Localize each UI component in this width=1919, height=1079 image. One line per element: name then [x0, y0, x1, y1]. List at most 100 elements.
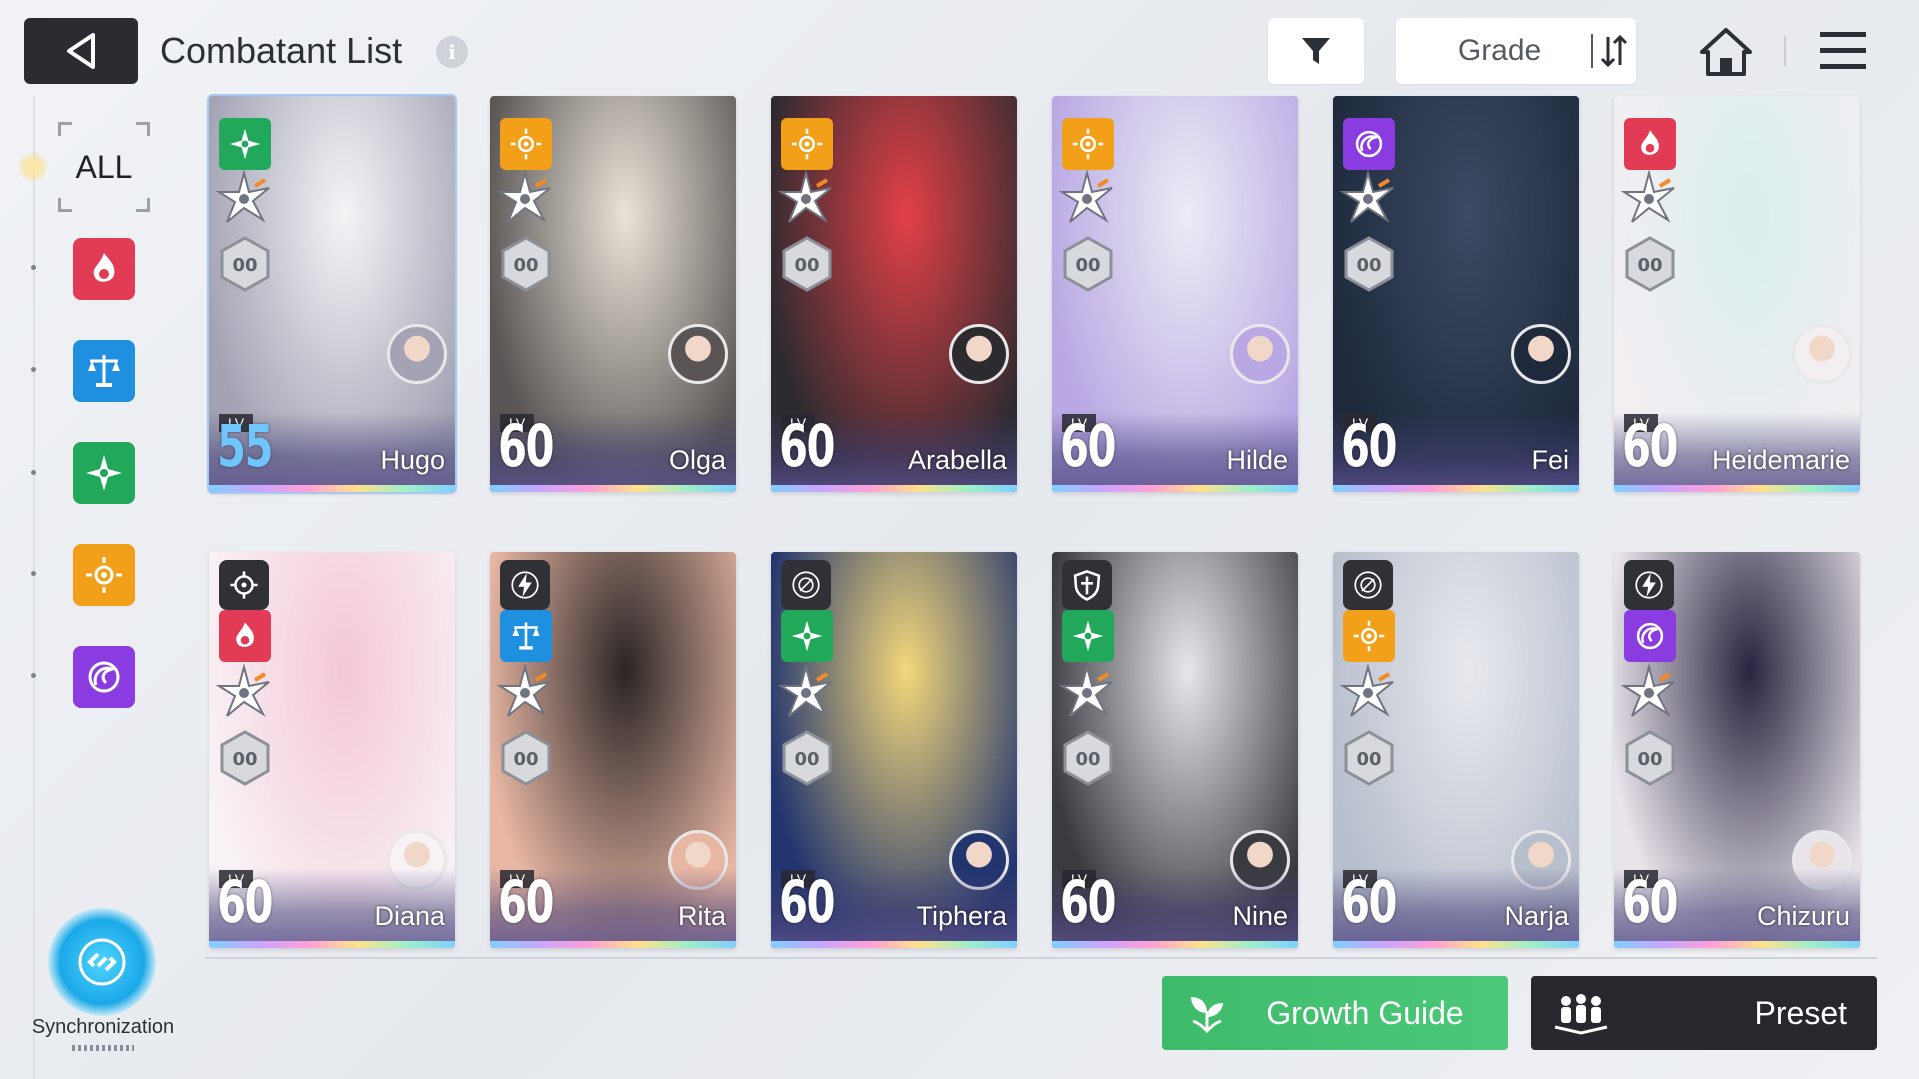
combatant-card[interactable]: 00 LV 60 Narja	[1333, 552, 1579, 948]
combatant-card[interactable]: 00 LV 60 Chizuru	[1614, 552, 1860, 948]
synchronization-label: Synchronization	[31, 1016, 175, 1038]
growth-guide-button[interactable]: Growth Guide	[1162, 976, 1508, 1050]
void-element-icon	[1343, 118, 1395, 170]
level-value: 60	[498, 412, 554, 480]
grade-value: 00	[232, 255, 257, 276]
grade-value: 00	[794, 749, 819, 770]
filter-void[interactable]	[73, 646, 135, 708]
rail-dot	[31, 571, 36, 576]
combatant-name: Arabella	[907, 445, 1007, 475]
combatant-name: Chizuru	[1756, 901, 1850, 931]
filter-icon	[1302, 38, 1330, 64]
partner-avatar	[1230, 324, 1290, 384]
level-value: 55	[217, 412, 273, 480]
shuriken-icon	[1058, 169, 1116, 228]
shuriken-icon	[496, 169, 554, 228]
void-element-icon	[88, 661, 120, 693]
partner-avatar	[949, 324, 1009, 384]
grade-value: 00	[232, 749, 257, 770]
sort-label: Grade	[1457, 34, 1542, 67]
sort-order-toggle[interactable]	[1593, 33, 1636, 69]
preset-button[interactable]: Preset	[1531, 976, 1877, 1050]
bolt-role-icon	[1624, 560, 1674, 610]
card-rarity-bar	[490, 485, 736, 492]
partner-avatar	[1792, 324, 1852, 384]
grade-value: 00	[1075, 749, 1100, 770]
light-element-icon	[1343, 610, 1395, 662]
fire-element-icon	[1624, 118, 1676, 170]
combatant-card[interactable]: 00 LV 55 Hugo	[207, 94, 457, 494]
wind-element-icon	[86, 455, 122, 491]
partner-avatar	[1511, 324, 1571, 384]
shuriken-icon	[215, 169, 273, 228]
home-icon[interactable]	[1698, 26, 1754, 83]
level-value: 60	[217, 868, 273, 936]
combatant-card[interactable]: 00 LV 60 Nine	[1052, 552, 1298, 948]
rail-dot	[31, 265, 36, 270]
grade-badge: 00	[1624, 730, 1676, 786]
grade-badge: 00	[781, 236, 833, 292]
filter-button[interactable]	[1268, 18, 1364, 84]
card-rarity-bar	[771, 941, 1017, 948]
level-value: 60	[1341, 412, 1397, 480]
grade-badge: 00	[219, 236, 271, 292]
combatant-card[interactable]: 00 LV 60 Rita	[490, 552, 736, 948]
shuriken-icon	[215, 663, 273, 722]
combatant-card[interactable]: 00 LV 60 Tiphera	[771, 552, 1017, 948]
grade-value: 00	[1637, 255, 1662, 276]
light-element-icon	[500, 118, 552, 170]
combatant-card[interactable]: 00 LV 60 Olga	[490, 96, 736, 492]
rail-dot	[31, 673, 36, 678]
grade-value: 00	[1637, 749, 1662, 770]
card-rarity-bar	[1614, 485, 1860, 492]
sync-progress-bar	[72, 1045, 134, 1051]
card-rarity-bar	[1052, 941, 1298, 948]
grade-badge: 00	[500, 730, 552, 786]
combatant-card[interactable]: 00 LV 60 Hilde	[1052, 96, 1298, 492]
sort-dropdown[interactable]: Grade	[1396, 18, 1636, 84]
grid-divider	[205, 957, 1877, 959]
filter-order[interactable]	[73, 340, 135, 402]
sync-icon	[78, 938, 126, 986]
filter-fire[interactable]	[73, 238, 135, 300]
filter-wind[interactable]	[73, 442, 135, 504]
info-icon[interactable]: i	[436, 36, 468, 68]
grade-value: 00	[513, 255, 538, 276]
team-icon	[1554, 994, 1608, 1035]
grade-value: 00	[1356, 255, 1381, 276]
synchronization-button[interactable]	[48, 908, 156, 1016]
grade-badge: 00	[781, 730, 833, 786]
combatant-name: Olga	[668, 445, 726, 475]
combatant-card[interactable]: 00 LV 60 Heidemarie	[1614, 96, 1860, 492]
preset-label: Preset	[1754, 994, 1847, 1031]
light-element-icon	[781, 118, 833, 170]
filter-all-label: ALL	[75, 148, 133, 185]
card-rarity-bar	[1333, 485, 1579, 492]
back-arrow-icon	[67, 33, 95, 69]
level-value: 60	[1622, 412, 1678, 480]
grade-value: 00	[1356, 749, 1381, 770]
card-rarity-bar	[490, 941, 736, 948]
combatant-name: Hilde	[1226, 445, 1288, 475]
combatant-card[interactable]: 00 LV 60 Fei	[1333, 96, 1579, 492]
shuriken-icon	[496, 663, 554, 722]
filter-all[interactable]: ALL	[58, 122, 150, 212]
grade-badge: 00	[1343, 236, 1395, 292]
combatant-card[interactable]: 00 LV 60 Arabella	[771, 96, 1017, 492]
back-button[interactable]	[24, 18, 138, 84]
card-rarity-bar	[1052, 485, 1298, 492]
shuriken-icon	[1339, 663, 1397, 722]
sidebar-rail	[33, 96, 35, 1079]
combatant-name: Hugo	[380, 445, 445, 475]
menu-icon[interactable]	[1818, 30, 1868, 77]
shuriken-icon	[1620, 663, 1678, 722]
sprout-icon	[1191, 997, 1223, 1034]
filter-light[interactable]	[73, 544, 135, 606]
grade-badge: 00	[1343, 730, 1395, 786]
combatant-card[interactable]: 00 LV 60 Diana	[209, 552, 455, 948]
combatant-name: Heidemarie	[1711, 445, 1850, 475]
level-value: 60	[498, 868, 554, 936]
shuriken-icon	[777, 663, 835, 722]
combatant-name: Diana	[374, 901, 445, 931]
reticle-role-icon	[1343, 560, 1393, 610]
